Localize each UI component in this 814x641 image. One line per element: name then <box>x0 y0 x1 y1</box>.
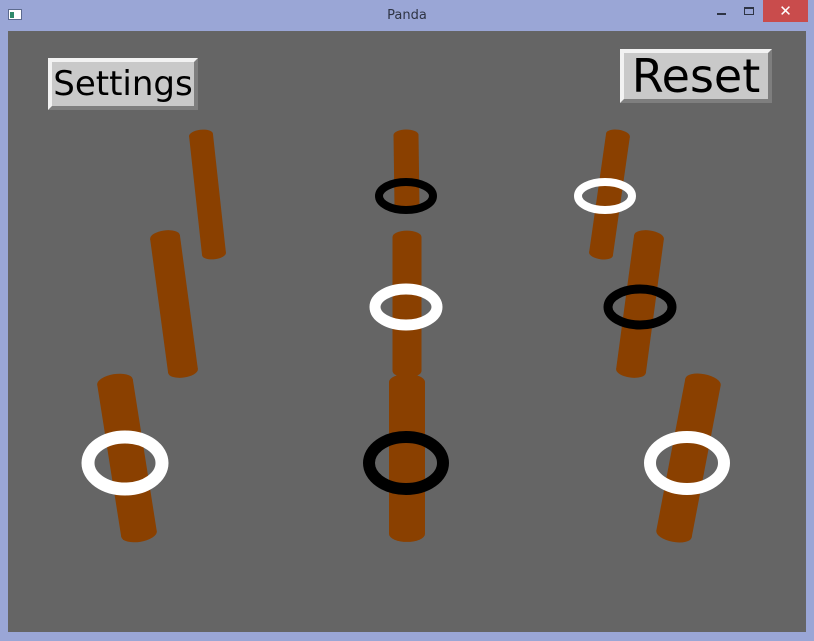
game-scene <box>81 128 730 545</box>
peg-9[interactable] <box>644 371 730 545</box>
peg-5[interactable] <box>369 230 443 378</box>
settings-button[interactable]: Settings <box>48 58 198 110</box>
reset-button[interactable]: Reset <box>620 49 772 103</box>
close-icon[interactable]: ✕ <box>763 0 808 22</box>
window-bottom-border <box>0 632 814 641</box>
peg-4[interactable] <box>149 228 198 379</box>
peg-1[interactable] <box>188 128 226 260</box>
peg-6[interactable] <box>603 228 677 379</box>
peg-8[interactable] <box>363 374 449 542</box>
window-title: Panda <box>387 8 427 23</box>
maximize-icon[interactable] <box>735 0 763 22</box>
peg-7[interactable] <box>81 371 169 544</box>
game-viewport[interactable]: Settings Reset <box>8 31 806 632</box>
peg-2[interactable] <box>375 129 437 214</box>
peg-3[interactable] <box>574 128 636 261</box>
title-bar: Panda ✕ <box>0 0 814 31</box>
minimize-icon[interactable] <box>707 0 735 22</box>
